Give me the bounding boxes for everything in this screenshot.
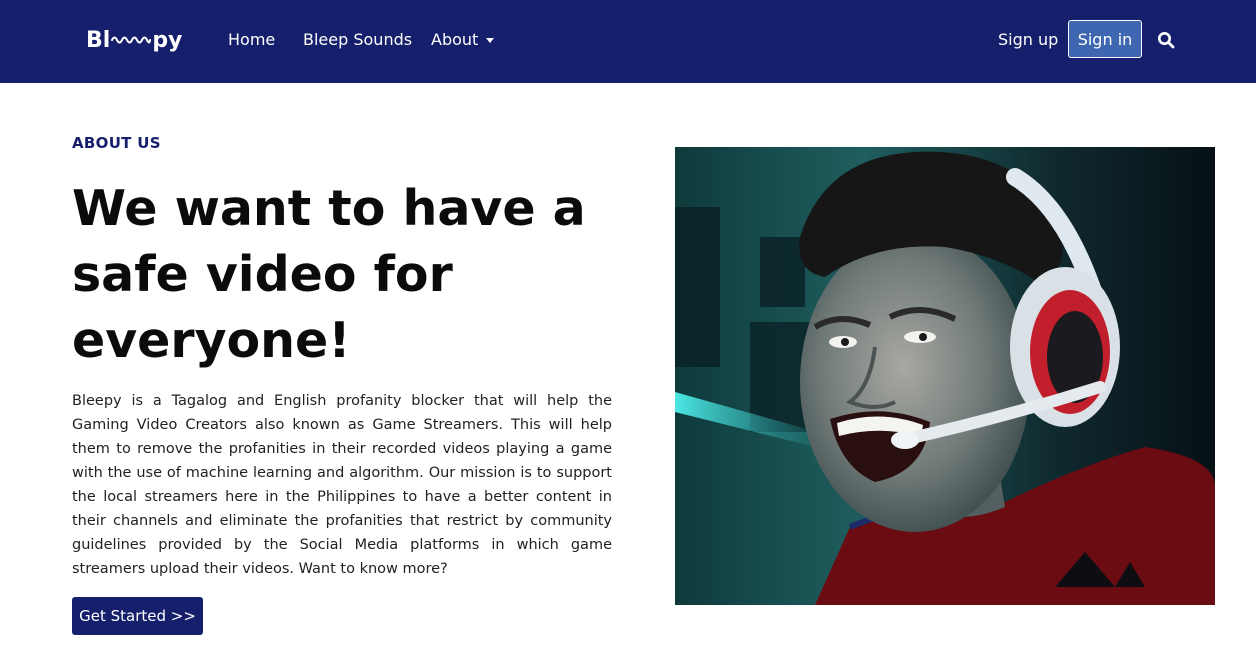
- logo[interactable]: Bl py: [86, 22, 182, 58]
- sound-wave-icon: [111, 36, 152, 44]
- about-description: Bleepy is a Tagalog and English profanit…: [72, 393, 612, 577]
- nav-about-label: About: [431, 30, 479, 49]
- hero-image: [675, 147, 1215, 605]
- search-icon[interactable]: [1157, 31, 1175, 49]
- navbar: Bl py Home Bleep Sounds About Sign up Si…: [0, 0, 1256, 83]
- nav-home-link[interactable]: Home: [228, 28, 275, 52]
- nav-bleep-sounds-link[interactable]: Bleep Sounds: [303, 28, 412, 52]
- nav-about-dropdown[interactable]: About: [431, 28, 495, 52]
- chevron-down-icon: [486, 37, 495, 43]
- logo-text-left: Bl: [86, 27, 111, 53]
- logo-text-right: py: [152, 27, 183, 53]
- sign-up-link[interactable]: Sign up: [998, 28, 1058, 52]
- get-started-button[interactable]: Get Started >>: [72, 597, 203, 635]
- page-title: We want to have a safe video for everyon…: [72, 180, 586, 369]
- sign-in-button[interactable]: Sign in: [1068, 20, 1142, 58]
- section-eyebrow: ABOUT US: [72, 134, 161, 152]
